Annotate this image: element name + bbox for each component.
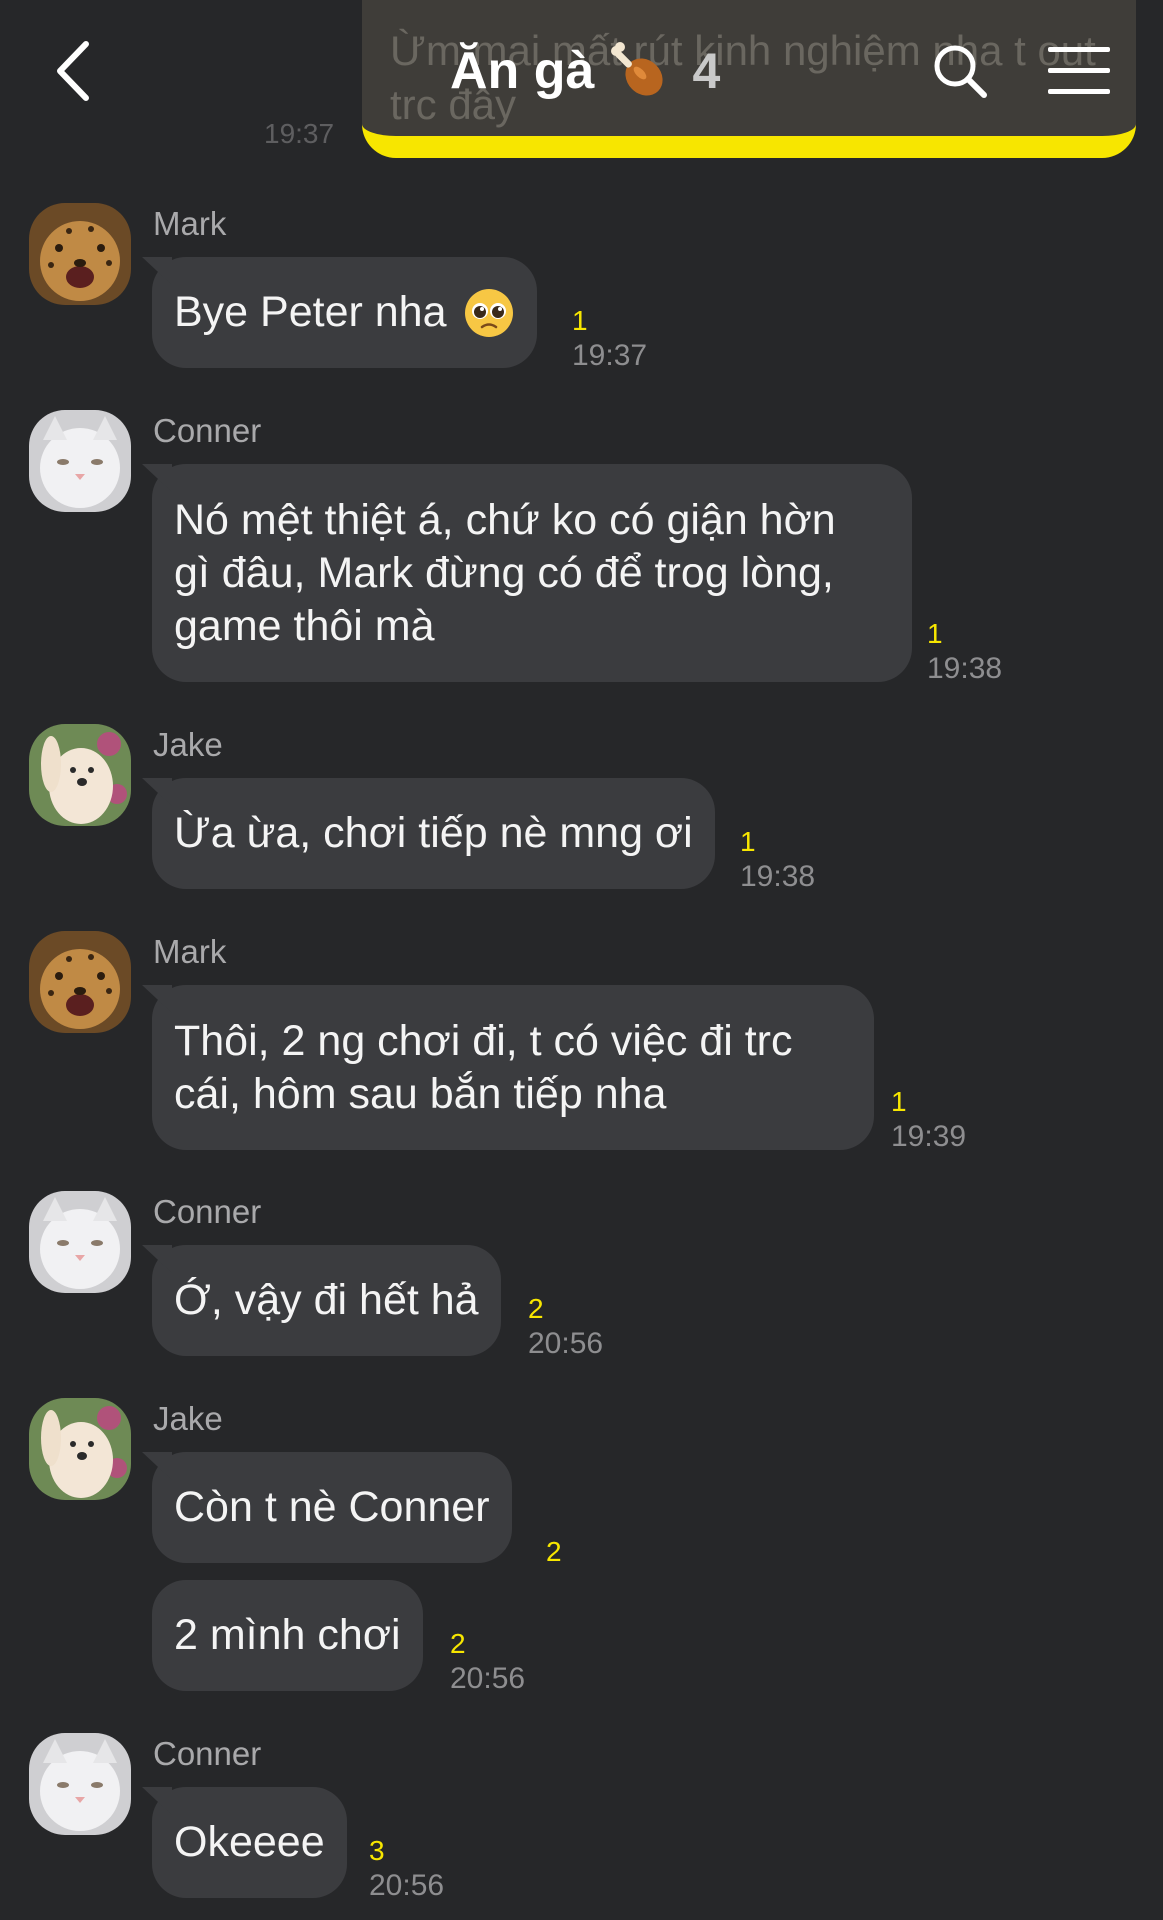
sender-name: Conner <box>153 1193 262 1230</box>
message-text: Còn t nè Conner <box>174 1483 490 1531</box>
message-bubble[interactable]: Bye Peter nha <box>152 257 537 368</box>
message-text: Thôi, 2 ng chơi đi, t có việc đi trc cái… <box>174 1016 793 1118</box>
sender-name: Conner <box>153 1735 262 1772</box>
message-time: 20:56 <box>528 1327 604 1360</box>
sender-name: Jake <box>153 726 223 763</box>
search-button[interactable] <box>928 36 992 106</box>
sender-name: Jake <box>153 1400 223 1437</box>
unread-count: 1 <box>927 618 943 649</box>
unread-count: 3 <box>369 1835 385 1866</box>
unread-count: 2 <box>528 1293 544 1324</box>
pleading-face-emoji <box>464 288 513 337</box>
message-bubble[interactable]: Ớ, vậy đi hết hả <box>152 1245 501 1356</box>
message-time: 19:38 <box>927 652 1003 685</box>
unread-count: 2 <box>546 1536 562 1567</box>
message-text: Bye Peter nha <box>174 288 447 336</box>
sender-name: Mark <box>153 933 227 970</box>
message-meta: 3 20:56 <box>369 1835 444 1905</box>
menu-button[interactable] <box>1044 40 1114 102</box>
message-time: 19:37 <box>572 339 648 372</box>
message-meta: 2 20:56 <box>528 1293 603 1363</box>
previous-message-time: 19:37 <box>264 118 335 149</box>
sender-name: Mark <box>153 205 227 242</box>
message-meta: 2 <box>546 1536 562 1568</box>
white-dog-avatar[interactable] <box>29 724 131 826</box>
message-text: 2 mình chơi <box>174 1611 401 1659</box>
message-bubble[interactable]: Thôi, 2 ng chơi đi, t có việc đi trc cái… <box>152 985 874 1150</box>
white-cat-avatar[interactable] <box>29 410 131 512</box>
white-cat-avatar[interactable] <box>29 1191 131 1293</box>
message-text: Ừa ừa, chơi tiếp nè mng ơi <box>174 809 693 857</box>
back-button[interactable] <box>42 36 102 106</box>
message-text: Okeeee <box>174 1818 325 1866</box>
message-bubble[interactable]: 2 mình chơi <box>152 1580 423 1691</box>
message-meta: 1 19:37 <box>572 305 647 375</box>
message-bubble[interactable]: Okeeee <box>152 1787 347 1898</box>
cheetah-avatar[interactable] <box>29 931 131 1033</box>
chat-header: Ừm mai mất rút kinh nghiệm nha t out trc… <box>0 0 1163 158</box>
chevron-left-icon <box>57 41 89 101</box>
chat-title: Ăn gà <box>450 42 595 100</box>
member-count: 4 <box>692 43 721 99</box>
chat-screen: Ừm mai mất rút kinh nghiệm nha t out trc… <box>0 0 1163 1920</box>
message-meta: 1 19:38 <box>740 826 815 896</box>
message-bubble[interactable]: Nó mệt thiệt á, chứ ko có giận hờn gì đâ… <box>152 464 912 682</box>
message-time: 20:56 <box>450 1662 526 1695</box>
message-meta: 1 19:39 <box>891 1086 966 1156</box>
message-bubble[interactable]: Còn t nè Conner <box>152 1452 512 1563</box>
unread-count: 1 <box>572 305 588 336</box>
menu-icon <box>1048 47 1110 94</box>
message-meta: 1 19:38 <box>927 618 1002 688</box>
message-time: 19:38 <box>740 860 816 893</box>
message-bubble[interactable]: Ừa ừa, chơi tiếp nè mng ơi <box>152 778 715 889</box>
unread-count: 1 <box>740 826 756 857</box>
message-text: Nó mệt thiệt á, chứ ko có giận hờn gì đâ… <box>174 495 836 650</box>
cheetah-avatar[interactable] <box>29 203 131 305</box>
sender-name: Conner <box>153 412 262 449</box>
drumstick-icon <box>611 42 664 96</box>
search-icon <box>934 45 987 98</box>
message-time: 19:39 <box>891 1120 967 1153</box>
unread-count: 2 <box>450 1628 466 1659</box>
chat-title-area[interactable]: Ăn gà 4 <box>450 36 720 106</box>
message-time: 20:56 <box>369 1869 445 1902</box>
message-text: Ớ, vậy đi hết hả <box>174 1276 479 1324</box>
message-meta: 2 20:56 <box>450 1628 525 1698</box>
white-cat-avatar[interactable] <box>29 1733 131 1835</box>
unread-count: 1 <box>891 1086 907 1117</box>
white-dog-avatar[interactable] <box>29 1398 131 1500</box>
